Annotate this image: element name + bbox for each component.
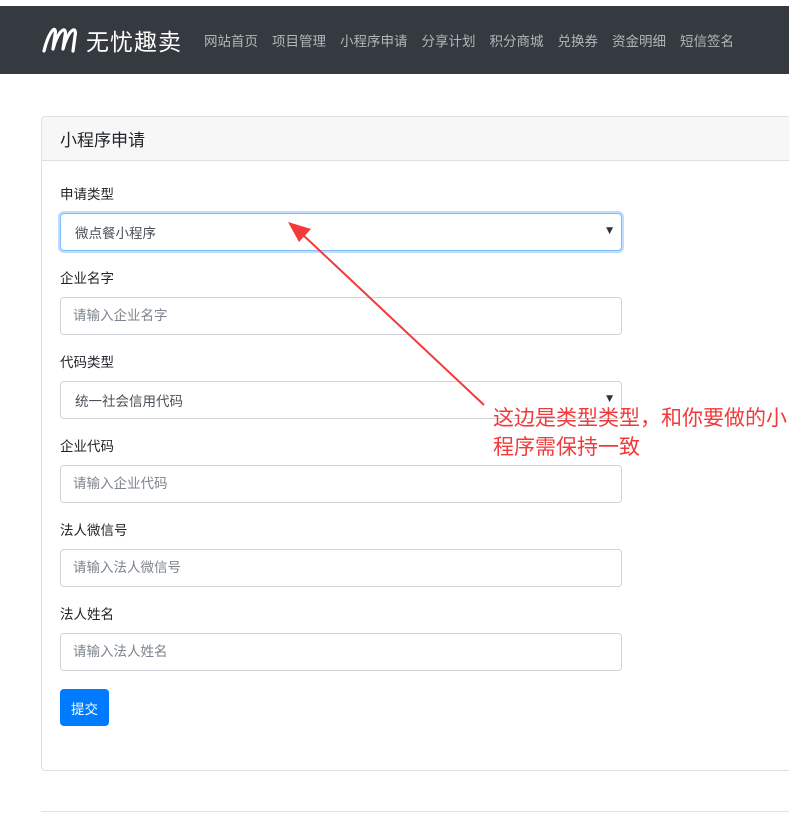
caret-down-icon: ▼	[606, 226, 613, 236]
nav-points-mall[interactable]: 积分商城	[490, 30, 544, 50]
legal-wechat-label: 法人微信号	[60, 523, 128, 539]
card-title: 小程序申请	[42, 117, 789, 161]
footer-divider	[41, 811, 789, 812]
apply-type-select[interactable]: 微点餐小程序 ▼	[60, 213, 622, 251]
submit-button[interactable]: 提交	[60, 689, 109, 726]
nav-home[interactable]: 网站首页	[204, 30, 258, 50]
apply-type-group: 申请类型 微点餐小程序 ▼	[60, 183, 782, 251]
company-name-group: 企业名字	[60, 267, 782, 335]
legal-wechat-group: 法人微信号	[60, 519, 782, 587]
apply-type-label: 申请类型	[60, 187, 114, 203]
code-type-value: 统一社会信用代码	[75, 394, 183, 410]
code-type-label: 代码类型	[60, 355, 114, 371]
legal-name-label: 法人姓名	[60, 607, 114, 623]
nav-sms-signature[interactable]: 短信签名	[680, 30, 734, 50]
legal-wechat-input[interactable]	[60, 549, 622, 587]
nav-share-plan[interactable]: 分享计划	[422, 30, 476, 50]
nav-coupons[interactable]: 兑换券	[558, 30, 599, 50]
legal-name-input[interactable]	[60, 633, 622, 671]
apply-type-value: 微点餐小程序	[75, 226, 156, 242]
annotation-note: 这边是类型类型，和你要做的小程序需保持一致	[493, 406, 787, 459]
company-name-input[interactable]	[60, 297, 622, 335]
company-code-input[interactable]	[60, 465, 622, 503]
nav-projects[interactable]: 项目管理	[272, 30, 326, 50]
brand-logo-icon	[42, 27, 77, 53]
brand[interactable]: 无忧趣卖	[40, 23, 182, 57]
legal-name-group: 法人姓名	[60, 603, 782, 671]
nav-miniapp-apply[interactable]: 小程序申请	[340, 30, 408, 50]
brand-name: 无忧趣卖	[86, 30, 182, 56]
nav-links: 网站首页 项目管理 小程序申请 分享计划 积分商城 兑换券 资金明细 短信签名	[204, 30, 748, 50]
company-name-label: 企业名字	[60, 271, 114, 287]
top-navbar: 无忧趣卖 网站首页 项目管理 小程序申请 分享计划 积分商城 兑换券 资金明细 …	[0, 6, 789, 74]
nav-funds[interactable]: 资金明细	[612, 30, 666, 50]
caret-down-icon: ▼	[606, 394, 613, 404]
